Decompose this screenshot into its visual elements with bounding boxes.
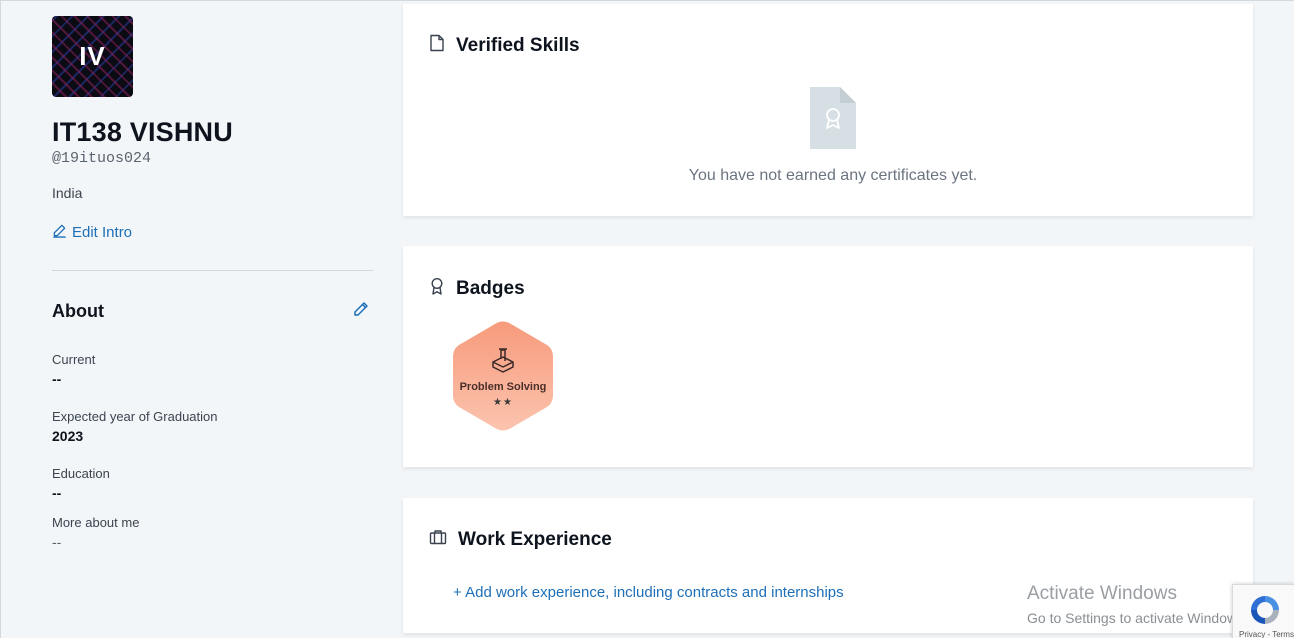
field-label: Education bbox=[52, 466, 110, 481]
certificate-placeholder-icon bbox=[810, 87, 856, 154]
divider bbox=[52, 270, 373, 271]
hexagon-badge-shape bbox=[453, 321, 553, 431]
about-field-current: Current -- bbox=[52, 352, 373, 387]
verified-skills-card: Verified Skills You have not earned any … bbox=[403, 4, 1253, 216]
field-value: -- bbox=[52, 371, 62, 387]
field-value: -- bbox=[52, 485, 62, 501]
pencil-icon bbox=[52, 223, 67, 242]
about-title: About bbox=[52, 301, 104, 321]
edit-intro-label: Edit Intro bbox=[72, 224, 133, 241]
briefcase-icon bbox=[429, 529, 447, 551]
badge-label: Problem Solving bbox=[459, 381, 547, 393]
badge-stars: ★★ bbox=[493, 397, 513, 408]
add-work-experience-link[interactable]: + Add work experience, including contrac… bbox=[453, 584, 844, 601]
profile-handle: @19ituos024 bbox=[52, 150, 152, 167]
field-label: More about me bbox=[52, 515, 140, 530]
watermark-subtitle: Go to Settings to activate Windows. bbox=[1027, 610, 1248, 626]
field-value: -- bbox=[52, 534, 62, 550]
watermark-title: Activate Windows bbox=[1027, 583, 1177, 604]
work-experience-title: Work Experience bbox=[458, 529, 612, 550]
verified-skills-header: Verified Skills bbox=[429, 34, 580, 58]
recaptcha-links[interactable]: Privacy - Terms bbox=[1239, 630, 1294, 638]
work-experience-header: Work Experience bbox=[429, 529, 612, 551]
field-value: 2023 bbox=[52, 428, 84, 444]
edit-intro-link[interactable]: Edit Intro bbox=[52, 223, 373, 242]
field-label: Expected year of Graduation bbox=[52, 409, 218, 424]
about-field-education: Education -- bbox=[52, 466, 373, 501]
profile-country: India bbox=[52, 185, 83, 201]
badges-title: Badges bbox=[456, 278, 525, 299]
edit-about-pencil-icon[interactable] bbox=[353, 301, 369, 322]
about-header: About bbox=[52, 301, 373, 322]
about-field-graduation: Expected year of Graduation 2023 bbox=[52, 409, 373, 444]
document-icon bbox=[429, 34, 445, 58]
badges-card: Badges Problem Solving ★★ bbox=[403, 246, 1253, 467]
about-field-more: More about me -- bbox=[52, 515, 373, 550]
no-certificates-message: You have not earned any certificates yet… bbox=[688, 167, 978, 184]
avatar[interactable]: IV bbox=[52, 16, 133, 97]
verified-skills-title: Verified Skills bbox=[456, 35, 580, 56]
badges-header: Badges bbox=[429, 277, 525, 301]
recaptcha-widget[interactable]: Privacy - Terms bbox=[1232, 584, 1294, 638]
ribbon-icon bbox=[429, 277, 445, 301]
badge-problem-solving[interactable]: Problem Solving ★★ bbox=[451, 320, 555, 432]
recaptcha-icon bbox=[1247, 593, 1283, 632]
field-label: Current bbox=[52, 352, 96, 367]
avatar-initials: IV bbox=[79, 41, 106, 71]
profile-name: IT138 VISHNU bbox=[52, 117, 233, 147]
activate-windows-watermark: Activate Windows Go to Settings to activ… bbox=[1027, 583, 1248, 626]
profile-sidebar: IV IT138 VISHNU @19ituos024 India Edit I… bbox=[52, 16, 373, 550]
